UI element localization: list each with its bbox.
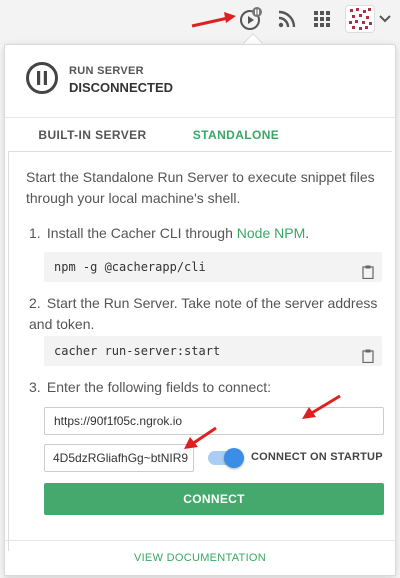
run-server-icon[interactable] — [238, 6, 264, 32]
tab-built-in-server[interactable]: BUILT-IN SERVER — [5, 118, 180, 154]
clipboard-icon[interactable] — [362, 260, 374, 280]
start-command: cacher run-server:start — [44, 336, 382, 366]
step-1: 1. Install the Cacher CLI through Node N… — [29, 223, 379, 244]
run-server-title: RUN SERVER — [69, 65, 144, 77]
step-3: 3. Enter the following fields to connect… — [29, 377, 379, 398]
clipboard-icon[interactable] — [362, 344, 374, 364]
avatar[interactable] — [345, 5, 375, 33]
standalone-panel: Start the Standalone Run Server to execu… — [8, 151, 392, 551]
server-tabs: BUILT-IN SERVER STANDALONE — [5, 117, 395, 154]
view-documentation-link[interactable]: VIEW DOCUMENTATION — [5, 540, 395, 576]
step-2: 2. Start the Run Server. Take note of th… — [29, 293, 379, 335]
step-1-suffix: . — [305, 225, 310, 241]
step-1-text: Install the Cacher CLI through — [46, 225, 237, 241]
step-3-text: Enter the following fields to connect: — [46, 379, 272, 395]
server-url-input[interactable]: https://90f1f05c.ngrok.io — [44, 407, 384, 435]
step-number: 2. — [29, 295, 41, 311]
pause-circle-icon — [25, 61, 59, 95]
connect-button[interactable]: CONNECT — [44, 483, 384, 515]
chevron-down-icon[interactable] — [378, 6, 392, 32]
start-command-text: cacher run-server:start — [54, 344, 221, 358]
toggle-knob[interactable] — [224, 448, 244, 468]
install-command: npm -g @cacherapp/cli — [44, 252, 382, 282]
step-number: 1. — [29, 225, 41, 241]
apps-grid-icon[interactable] — [312, 6, 332, 32]
connection-status: DISCONNECTED — [69, 80, 174, 95]
run-server-popup: RUN SERVER DISCONNECTED BUILT-IN SERVER … — [4, 44, 396, 576]
connect-on-startup-label: CONNECT ON STARTUP — [251, 451, 383, 463]
step-2-text: Start the Run Server. Take note of the s… — [29, 295, 378, 332]
token-input[interactable]: 4D5dzRGliafhGg~btNIR9 — [44, 444, 194, 472]
tab-standalone[interactable]: STANDALONE — [180, 118, 292, 154]
node-npm-link[interactable]: Node NPM — [237, 225, 305, 241]
intro-text: Start the Standalone Run Server to execu… — [26, 169, 375, 206]
step-number: 3. — [29, 379, 41, 395]
connect-on-startup-toggle[interactable] — [208, 448, 244, 468]
install-command-text: npm -g @cacherapp/cli — [54, 260, 206, 274]
top-toolbar — [0, 0, 400, 40]
rss-icon[interactable] — [276, 6, 298, 32]
